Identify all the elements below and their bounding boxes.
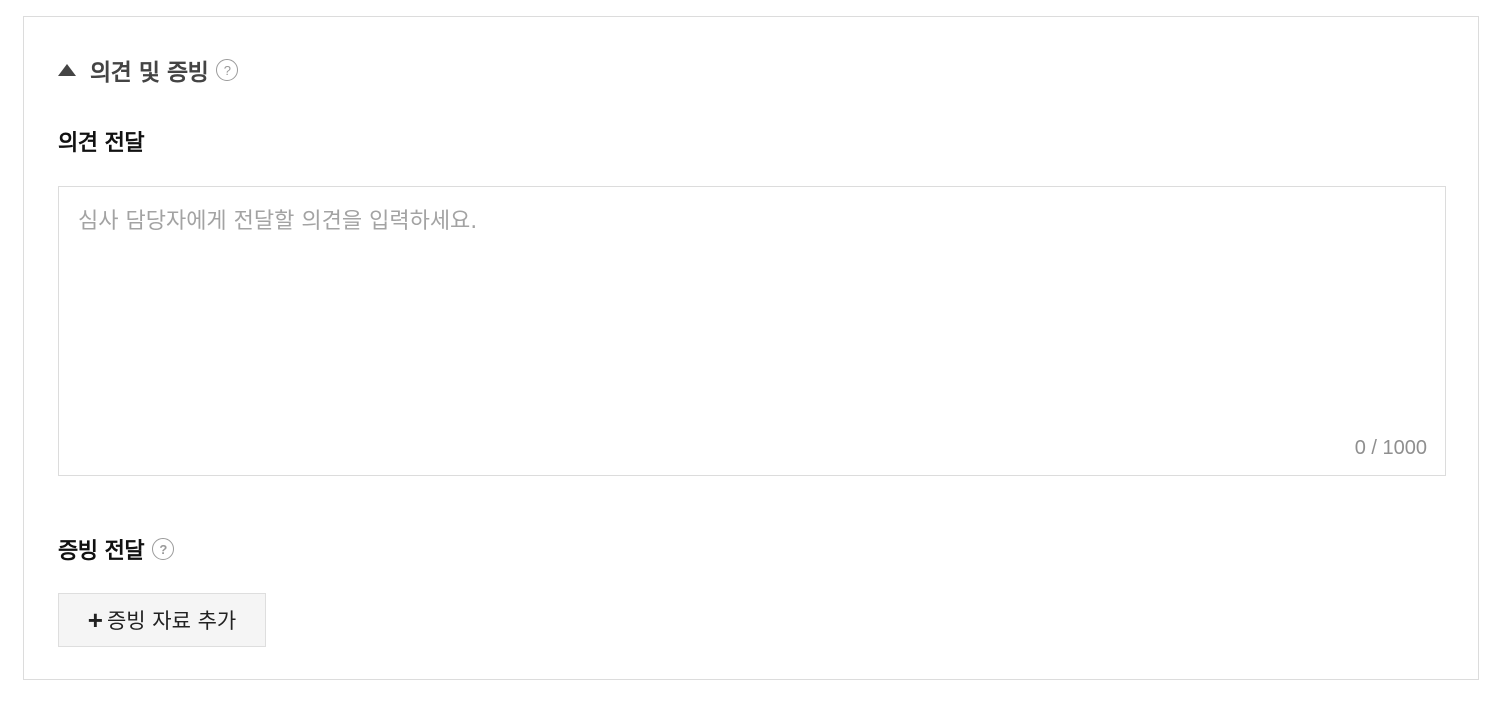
opinion-evidence-panel: 의견 및 증빙 ? 의견 전달 0 / 1000 증빙 전달 ? + 증빙 자료…: [23, 16, 1479, 680]
opinion-label-text: 의견 전달: [58, 131, 145, 156]
add-evidence-button-label: 증빙 자료 추가: [106, 609, 237, 633]
evidence-label-text: 증빙 전달: [58, 539, 145, 564]
opinion-textarea[interactable]: [59, 187, 1445, 475]
evidence-help-icon[interactable]: ?: [152, 538, 175, 560]
section-toggle-header[interactable]: 의견 및 증빙 ?: [58, 53, 239, 87]
add-evidence-button[interactable]: + 증빙 자료 추가: [58, 593, 266, 647]
section-title: 의견 및 증빙: [90, 60, 209, 86]
evidence-label: 증빙 전달 ?: [58, 533, 175, 565]
char-counter: 0 / 1000: [1354, 437, 1427, 459]
triangle-up-icon[interactable]: [58, 64, 76, 76]
opinion-label: 의견 전달: [58, 125, 145, 157]
plus-icon: +: [87, 605, 103, 635]
section-help-icon[interactable]: ?: [216, 59, 239, 81]
opinion-textarea-container: 0 / 1000: [58, 186, 1446, 476]
